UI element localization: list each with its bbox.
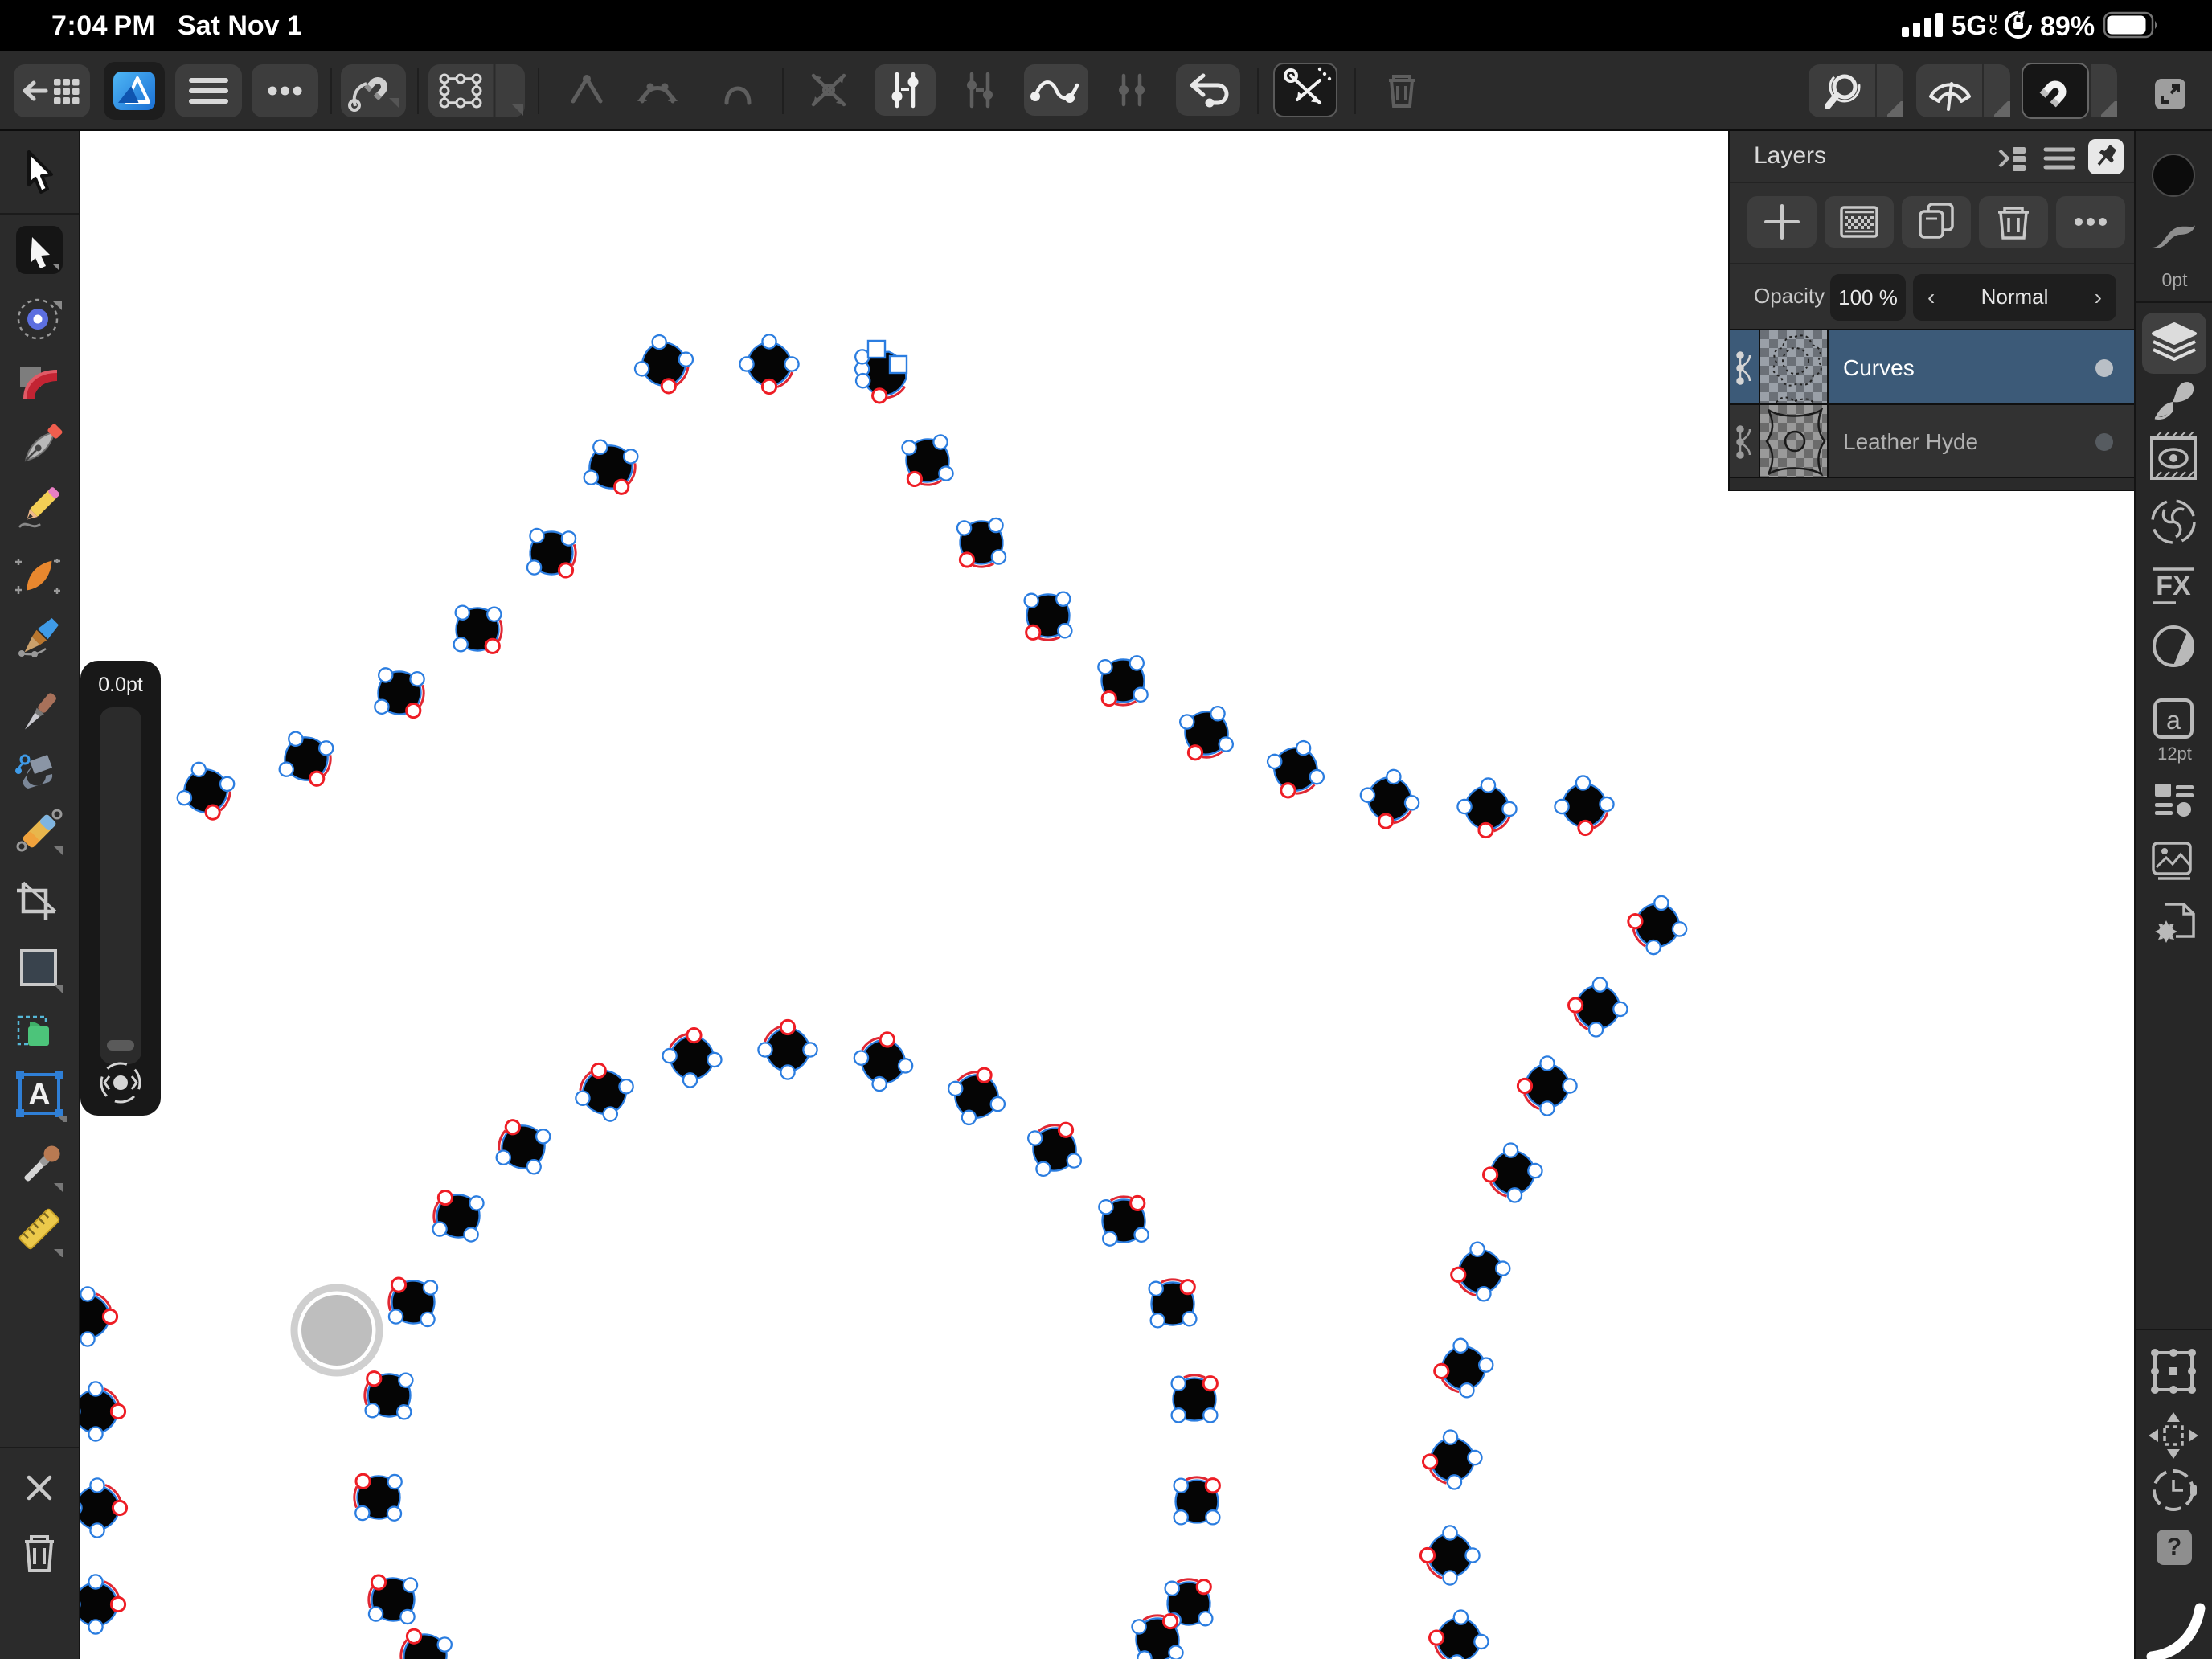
svg-text:89%: 89% xyxy=(2040,11,2095,42)
svg-text:C: C xyxy=(1989,25,1997,37)
svg-text:A: A xyxy=(28,1078,50,1112)
svg-text:FX: FX xyxy=(2156,571,2191,601)
svg-text:a: a xyxy=(2166,706,2181,735)
svg-text:U: U xyxy=(1989,13,1997,25)
svg-text:5G: 5G xyxy=(1952,10,1987,40)
